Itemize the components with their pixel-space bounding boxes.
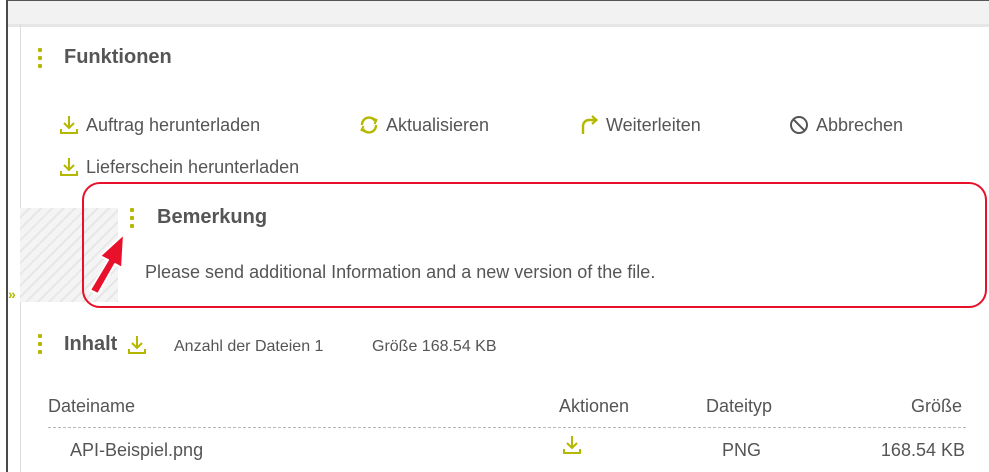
download-icon: [58, 156, 80, 178]
row-filetype: PNG: [722, 440, 762, 460]
file-count: Anzahl der Dateien 1: [174, 338, 324, 355]
section-dots-icon: [38, 334, 42, 354]
expand-chevron-icon[interactable]: »: [8, 286, 16, 302]
column-header-filetype[interactable]: Dateityp: [706, 396, 772, 417]
download-all-icon[interactable]: [126, 334, 148, 356]
column-header-actions: Aktionen: [559, 396, 630, 416]
refresh-label: Aktualisieren: [386, 114, 490, 135]
cancel-action[interactable]: Abbrechen: [788, 114, 903, 136]
row-size: 168.54 KB: [880, 440, 965, 460]
pointer-arrow-icon: [89, 233, 125, 295]
functions-title: Funktionen: [64, 46, 172, 68]
highlight-outline: [82, 182, 987, 308]
table-header-divider: [48, 427, 966, 428]
total-size: Größe 168.54 KB: [372, 338, 497, 355]
download-delivery-note-action[interactable]: Lieferschein herunterladen: [58, 156, 299, 178]
download-icon: [58, 114, 80, 136]
column-header-size[interactable]: Größe: [911, 396, 962, 417]
column-header-filename[interactable]: Dateiname: [48, 396, 135, 417]
refresh-action[interactable]: Aktualisieren: [358, 114, 489, 136]
download-order-label: Auftrag herunterladen: [86, 114, 261, 135]
page: Funktionen Auftrag herunterladen Aktuali…: [0, 0, 989, 472]
forward-label: Weiterleiten: [606, 114, 701, 135]
cancel-label: Abbrechen: [816, 114, 904, 135]
forward-action[interactable]: Weiterleiten: [578, 114, 701, 136]
refresh-icon: [358, 114, 380, 136]
window-frame: [6, 0, 8, 472]
top-header-band: [8, 1, 989, 27]
content-title: Inhalt: [64, 333, 118, 355]
row-download-icon[interactable]: [561, 434, 583, 456]
download-order-action[interactable]: Auftrag herunterladen: [58, 114, 260, 136]
download-delivery-note-label: Lieferschein herunterladen: [86, 156, 300, 177]
cancel-icon: [788, 114, 810, 136]
section-dots-icon: [38, 48, 42, 68]
row-filename[interactable]: API-Beispiel.png: [70, 440, 203, 461]
forward-icon: [578, 114, 600, 136]
